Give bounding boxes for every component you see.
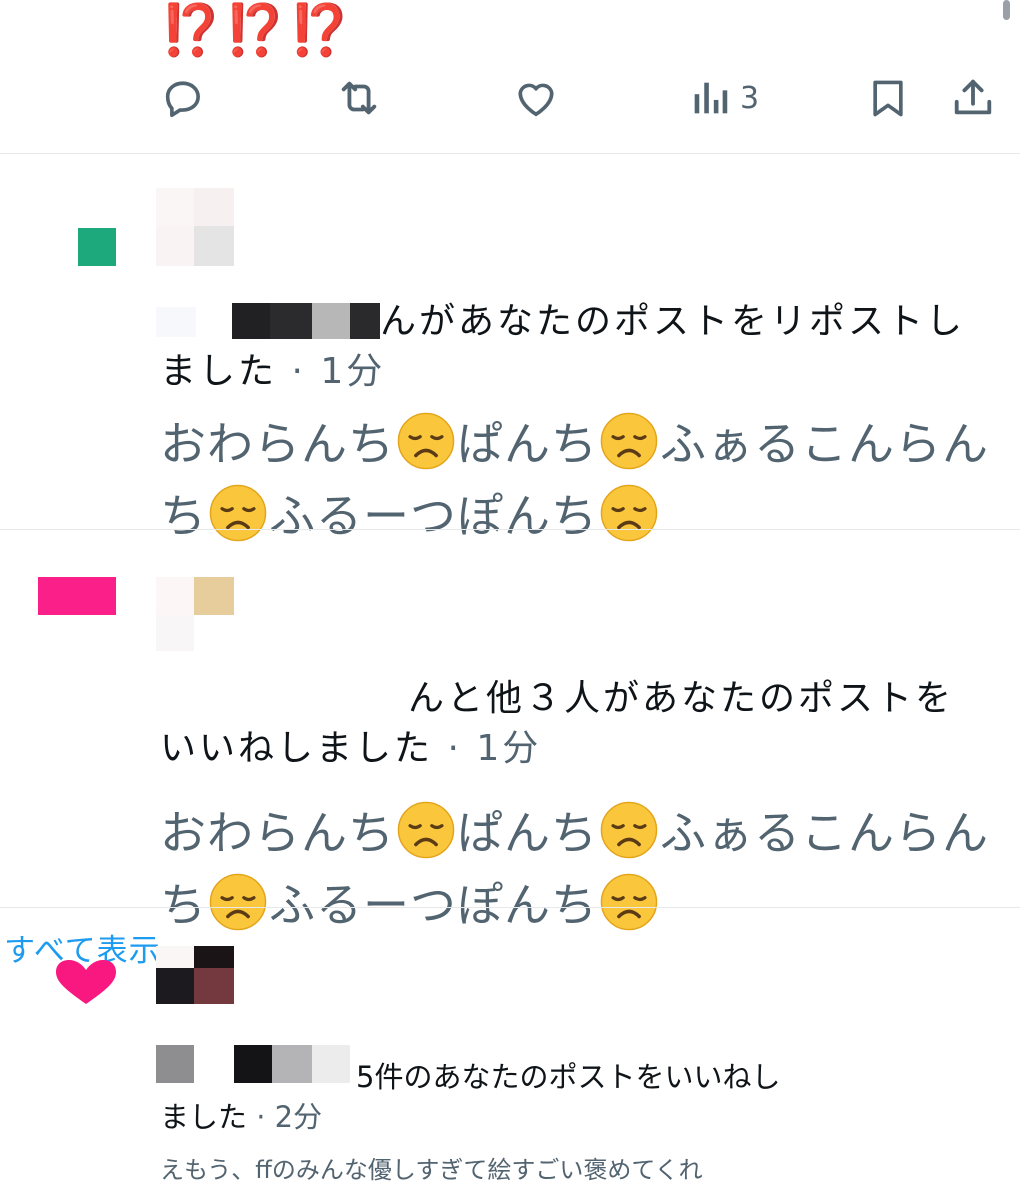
scrollbar[interactable] — [1003, 0, 1010, 20]
views-button[interactable]: 3 — [690, 66, 759, 130]
notification-time: · 2分 — [247, 1100, 323, 1134]
bar-chart-icon — [694, 82, 728, 114]
notification-text: 5件のあなたのポストをいいねしました · 2分 — [160, 1057, 800, 1137]
divider — [0, 153, 1020, 154]
quoted-text: ぱんち — [457, 806, 598, 860]
tweet-action-bar: 3 — [0, 66, 1020, 130]
quoted-post[interactable]: おわらんち ぱんち ふぁるこんらんち ふるーつぽんち — [160, 797, 1000, 941]
disappointed-face-icon — [600, 412, 658, 470]
disappointed-face-icon — [600, 484, 658, 542]
quoted-text: おわらんち — [160, 806, 395, 860]
heart-icon — [38, 577, 116, 615]
quoted-text: おわらんち — [160, 417, 395, 471]
share-button[interactable] — [950, 66, 996, 130]
notification-text: んと他３人があなたのポストをいいねしました · 1分 — [160, 674, 990, 774]
disappointed-face-icon — [600, 873, 658, 931]
divider — [0, 529, 1020, 530]
heart-icon — [56, 960, 116, 1004]
bookmark-icon — [873, 80, 903, 117]
notification-time: · 1分 — [277, 351, 386, 392]
like-button[interactable] — [512, 66, 560, 130]
retweet-button[interactable] — [334, 66, 384, 130]
quoted-text: ふるーつぽんち — [269, 489, 598, 543]
views-count: 3 — [740, 80, 760, 116]
quoted-post[interactable]: えもう、ffのみんな優しすぎて絵すごい褒めてくれ — [160, 1152, 1020, 1188]
retweet-icon — [78, 228, 116, 266]
quoted-text: えもう、ffのみんな優しすぎて絵すごい褒めてくれ — [160, 1156, 703, 1184]
tweet-text: ⁉️⁉️⁉️ — [160, 1, 353, 59]
reply-button[interactable] — [160, 66, 206, 130]
disappointed-face-icon — [209, 484, 267, 542]
reply-icon — [165, 81, 200, 118]
heart-icon — [518, 83, 554, 117]
quoted-post[interactable]: おわらんち ぱんち ふぁるこんらんち ふるーつぽんち — [160, 408, 1000, 552]
disappointed-face-icon — [397, 412, 455, 470]
divider — [0, 907, 1020, 908]
notification-message: んと他３人があなたのポストをいいねしました — [160, 678, 955, 769]
notification-text: んがあなたのポストをリポストしました · 1分 — [160, 297, 990, 397]
share-icon — [954, 79, 992, 115]
disappointed-face-icon — [397, 801, 455, 859]
bookmark-button[interactable] — [866, 66, 910, 130]
notification-time: · 1分 — [433, 728, 542, 769]
disappointed-face-icon — [600, 801, 658, 859]
quoted-text: ふるーつぽんち — [269, 878, 598, 932]
quoted-text: ぱんち — [457, 417, 598, 471]
retweet-icon — [341, 81, 377, 115]
disappointed-face-icon — [209, 873, 267, 931]
